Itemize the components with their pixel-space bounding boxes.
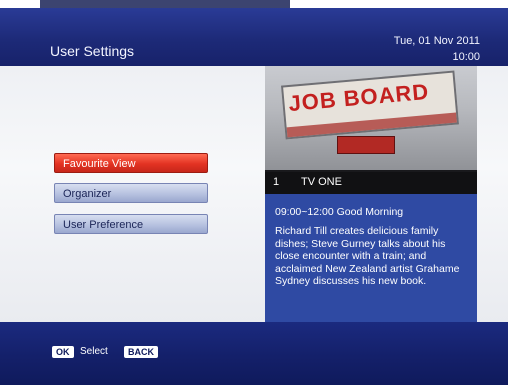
footer-bar: OK Select BACK bbox=[0, 322, 508, 385]
program-description: Richard Till creates delicious family di… bbox=[275, 225, 460, 287]
time-label: 10:00 bbox=[452, 51, 480, 63]
tv-screen: User Settings Tue, 01 Nov 2011 10:00 Fav… bbox=[0, 0, 508, 385]
right-margin bbox=[477, 66, 508, 322]
date-label: Tue, 01 Nov 2011 bbox=[393, 35, 480, 47]
sign-stripe bbox=[286, 112, 457, 138]
small-red-sign bbox=[337, 136, 395, 154]
menu-item-favourite-view[interactable]: Favourite View bbox=[54, 153, 208, 173]
channel-name: TV ONE bbox=[301, 176, 342, 188]
menu-item-label: Organizer bbox=[63, 188, 112, 200]
job-board-sign: JOB BOARD bbox=[280, 70, 460, 140]
menu-item-label: Favourite View bbox=[63, 158, 136, 170]
channel-bar: 1 TV ONE bbox=[265, 170, 477, 194]
top-strip bbox=[0, 0, 508, 8]
channel-number: 1 bbox=[273, 176, 280, 188]
job-board-text: JOB BOARD bbox=[287, 78, 431, 117]
preview-image: JOB BOARD bbox=[265, 66, 477, 172]
menu-item-user-preference[interactable]: User Preference bbox=[54, 214, 208, 234]
top-strip-mark bbox=[40, 0, 290, 8]
back-key-icon[interactable]: BACK bbox=[124, 346, 158, 358]
menu-item-label: User Preference bbox=[63, 219, 144, 231]
channel-preview: JOB BOARD 1 TV ONE bbox=[265, 66, 477, 194]
page-title: User Settings bbox=[50, 43, 135, 59]
program-info-panel: 09:00~12:00 Good Morning Richard Till cr… bbox=[265, 194, 477, 322]
ok-key-icon[interactable]: OK bbox=[52, 346, 74, 358]
program-time-title: 09:00~12:00 Good Morning bbox=[275, 206, 404, 218]
select-label: Select bbox=[80, 346, 108, 357]
menu-item-organizer[interactable]: Organizer bbox=[54, 183, 208, 203]
content-area: Favourite View Organizer User Preference… bbox=[0, 66, 508, 322]
menu-panel: Favourite View Organizer User Preference bbox=[0, 66, 265, 322]
header-bar: User Settings Tue, 01 Nov 2011 10:00 bbox=[0, 8, 508, 66]
